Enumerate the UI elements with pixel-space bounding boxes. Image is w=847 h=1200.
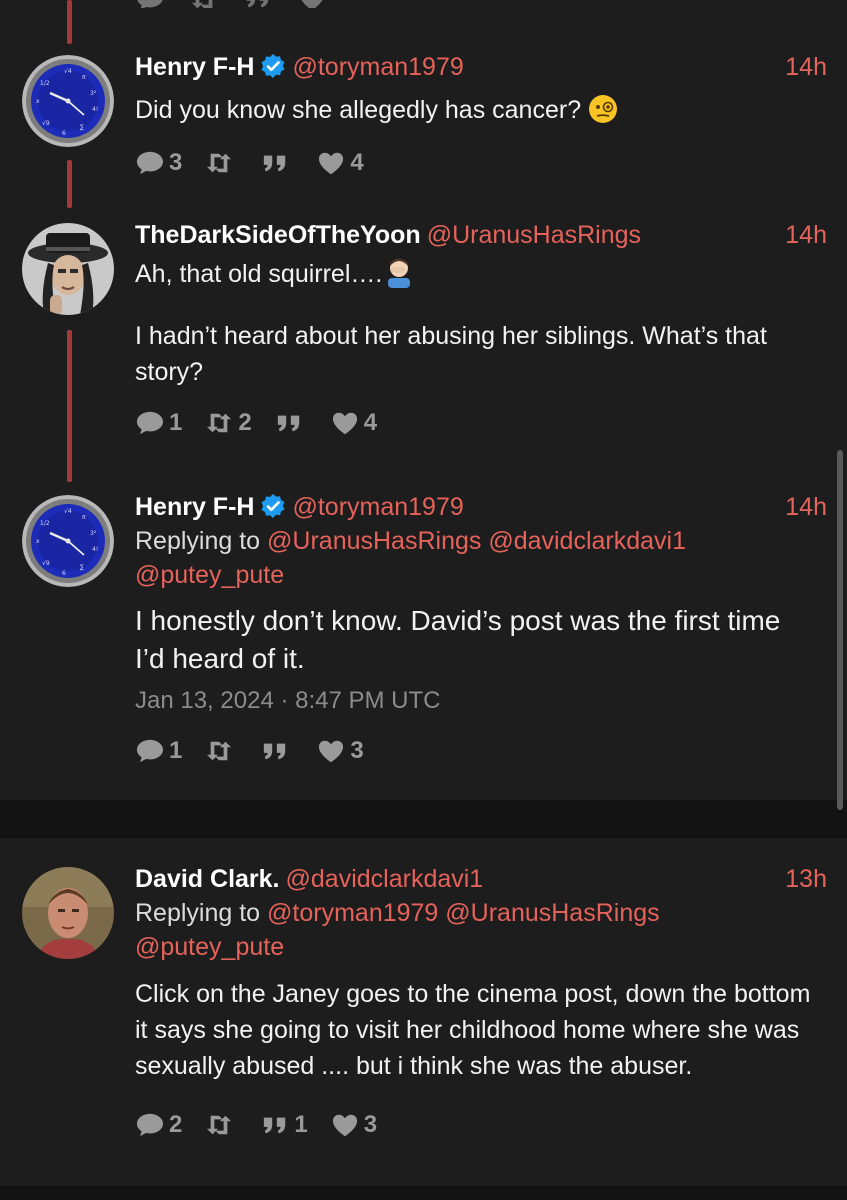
comment-icon [135,150,165,176]
replying-to: Replying to @toryman1979 @UranusHasRings [135,899,660,927]
mention-links[interactable]: @UranusHasRings @davidclarkdavi1 [267,527,686,555]
quote-icon [260,1112,290,1138]
quote-button[interactable] [274,410,308,436]
mention-link[interactable]: @putey_pute [135,561,284,589]
thread-connector [67,0,72,44]
author-handle[interactable]: @UranusHasRings [427,221,641,249]
avatar[interactable] [22,223,114,315]
repost-icon [204,410,234,436]
comment-icon [135,1112,165,1138]
author-name[interactable]: David Clark. [135,865,280,893]
reply-button[interactable]: 3 [135,149,182,177]
author-name[interactable]: Henry F-H [135,493,254,521]
reply-button[interactable]: 1 [135,737,182,765]
quote-button[interactable] [260,150,294,176]
post-text: Click on the Janey goes to the cinema po… [135,980,811,1080]
partial-action-row [135,0,455,8]
man-portrait-avatar-image [22,867,114,959]
author-handle[interactable]: @toryman1979 [292,53,463,81]
section-divider [0,800,847,838]
quote-button[interactable] [260,738,294,764]
repost-button[interactable]: 2 [204,409,252,437]
action-bar: 1 3 [135,734,827,768]
repost-button[interactable] [204,150,238,176]
avatar[interactable] [22,495,114,587]
post-text: I honestly don’t know. David’s post was … [135,605,781,674]
post-text: Did you know she allegedly has cancer? [135,92,827,128]
reply-button[interactable]: 1 [135,409,182,437]
verified-badge-icon [260,53,286,79]
comment-icon [135,738,165,764]
reply-button[interactable]: 2 [135,1111,182,1139]
repost-button[interactable] [204,1112,238,1138]
clock-avatar-image [22,55,114,147]
section-divider [0,1186,847,1200]
like-button[interactable]: 3 [316,737,364,765]
action-bar: 3 4 [135,146,827,180]
quote-icon [274,410,304,436]
man-facepalming-emoji-icon [388,258,411,288]
face-with-monocle-emoji-icon [589,95,618,123]
comment-icon [135,410,165,436]
heart-icon [330,410,360,436]
like-button[interactable]: 4 [330,409,377,437]
post-time[interactable]: 14h [785,218,827,252]
man-with-hat-avatar-image [22,223,114,315]
quote-icon [260,738,290,764]
author-handle[interactable]: @davidclarkdavi1 [286,865,484,893]
heart-icon [316,150,346,176]
repost-button[interactable] [204,738,238,764]
post-time[interactable]: 13h [785,862,827,896]
action-bar: 2 1 3 [135,1108,827,1142]
repost-icon [204,1112,234,1138]
quote-icon [260,150,290,176]
avatar[interactable] [22,867,114,959]
thread-connector [67,330,72,482]
repost-icon [204,150,234,176]
thread-connector [67,160,72,208]
author-name[interactable]: Henry F-H [135,53,254,81]
verified-badge-icon [260,493,286,519]
author-handle[interactable]: @toryman1979 [292,493,463,521]
like-button[interactable]: 4 [316,149,364,177]
post-time[interactable]: 14h [785,50,827,84]
like-button[interactable]: 3 [330,1111,377,1139]
quote-button[interactable]: 1 [260,1111,308,1139]
replying-to: Replying to @UranusHasRings @davidclarkd… [135,527,687,555]
post-text-paragraph: I hadn’t heard about her abusing her sib… [135,322,767,386]
clock-avatar-image [22,495,114,587]
post-date[interactable]: Jan 13, 2024 · 8:47 PM UTC [135,684,827,718]
author-name[interactable]: TheDarkSideOfTheYoon [135,221,421,249]
mention-links[interactable]: @toryman1979 @UranusHasRings [267,899,660,927]
heart-icon [330,1112,360,1138]
heart-icon [316,738,346,764]
repost-icon [204,738,234,764]
avatar[interactable] [22,55,114,147]
scrollbar[interactable] [837,450,843,810]
mention-link[interactable]: @putey_pute [135,933,284,961]
post-time[interactable]: 14h [785,490,827,524]
post-text: Ah, that old squirrel…. [135,254,827,292]
action-bar: 1 2 4 [135,406,827,440]
